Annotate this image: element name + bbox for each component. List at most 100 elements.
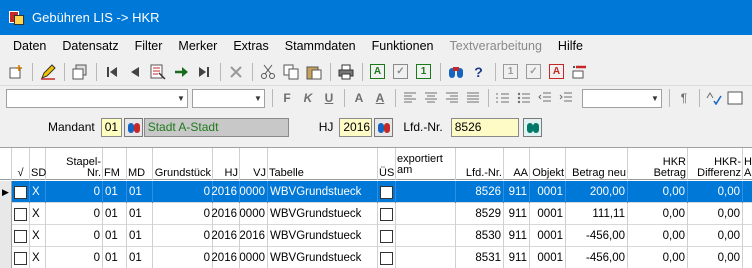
style-combo[interactable]: ▼	[582, 88, 662, 108]
boxed-a-red-icon[interactable]: A	[547, 62, 566, 81]
spellcheck-icon[interactable]	[705, 89, 723, 107]
cell-aa[interactable]: 911	[504, 203, 530, 225]
bullet-list-icon[interactable]	[515, 89, 533, 107]
export-icon[interactable]	[570, 62, 589, 81]
header-objekt[interactable]: Objekt	[530, 148, 566, 180]
boxed-one-disabled-icon[interactable]: 1	[501, 62, 520, 81]
header-us[interactable]: ÜS	[378, 148, 396, 180]
cell-sd[interactable]: X	[30, 181, 46, 203]
cell-exportiert-am[interactable]	[396, 247, 456, 268]
header-grundstueck[interactable]: Grundstück	[153, 148, 213, 180]
cell-exportiert-am[interactable]	[396, 225, 456, 247]
cell-vj[interactable]: 0000	[239, 247, 268, 268]
last-record-icon[interactable]	[194, 62, 213, 81]
menu-hilfe[interactable]: Hilfe	[550, 39, 591, 53]
new-record-icon[interactable]	[6, 62, 25, 81]
paragraph-button[interactable]: ¶	[675, 89, 693, 107]
header-extra[interactable]: H A	[743, 148, 752, 180]
cell-sd[interactable]: X	[30, 225, 46, 247]
cell-exportiert-am[interactable]	[396, 203, 456, 225]
cell-grundstueck[interactable]: 0	[153, 203, 213, 225]
next-record-icon[interactable]	[171, 62, 190, 81]
font-name-combo[interactable]: ▼	[6, 88, 188, 108]
menu-datensatz[interactable]: Datensatz	[54, 39, 126, 53]
cell-hkr-diff[interactable]: 0,00	[688, 225, 743, 247]
cell-hj[interactable]: 2016	[211, 225, 240, 247]
indent-icon[interactable]	[557, 89, 575, 107]
italic-button[interactable]: K	[299, 89, 317, 107]
header-hkr-differenz[interactable]: HKR- Differenz	[688, 148, 743, 180]
help-question-icon[interactable]: ?	[469, 62, 488, 81]
align-left-icon[interactable]	[401, 89, 419, 107]
header-hj[interactable]: HJ	[213, 148, 240, 180]
cell-betrag-neu[interactable]: -456,00	[566, 225, 628, 247]
first-record-icon[interactable]	[102, 62, 121, 81]
app-icon[interactable]	[9, 9, 25, 27]
row-checkbox[interactable]	[14, 207, 27, 221]
boxed-one-icon[interactable]: 1	[414, 62, 433, 81]
cell-lfdnr[interactable]: 8529	[456, 203, 504, 225]
row-selector[interactable]	[0, 247, 12, 268]
cell-objekt[interactable]: 0001	[530, 247, 566, 268]
cell-hj[interactable]: 2016	[211, 247, 240, 268]
cell-sd[interactable]: X	[30, 203, 46, 225]
cell-tabelle[interactable]: WBVGrundstueck	[268, 247, 378, 268]
header-fm[interactable]: FM	[103, 148, 127, 180]
cell-exportiert-am[interactable]	[396, 181, 456, 203]
cell-hkr-betrag[interactable]: 0,00	[628, 225, 688, 247]
cell-aa[interactable]: 911	[504, 247, 530, 268]
header-exportiert-am[interactable]: exportiert am	[396, 148, 456, 180]
cell-fm[interactable]: 01	[103, 225, 127, 247]
cell-vj[interactable]: 0000	[239, 203, 268, 225]
copy-record-icon[interactable]	[70, 62, 89, 81]
cut-icon[interactable]	[258, 62, 277, 81]
row-checkbox[interactable]	[14, 229, 27, 243]
header-tabelle[interactable]: Tabelle	[268, 148, 378, 180]
boxed-a-green-icon[interactable]: A	[368, 62, 387, 81]
filter-list-icon[interactable]	[148, 62, 167, 81]
highlight-color-button[interactable]: A	[371, 89, 389, 107]
font-color-button[interactable]: A	[350, 89, 368, 107]
cell-grundstueck[interactable]: 0	[153, 225, 213, 247]
cell-hkr-betrag[interactable]: 0,00	[628, 203, 688, 225]
header-vj[interactable]: VJ	[240, 148, 268, 180]
cell-tabelle[interactable]: WBVGrundstueck	[268, 181, 378, 203]
cell-hkr-diff[interactable]: 0,00	[688, 181, 743, 203]
cell-vj[interactable]: 2016	[239, 225, 268, 247]
cell-lfdnr[interactable]: 8531	[456, 247, 504, 268]
cell-stapel[interactable]: 0	[46, 247, 103, 268]
lfdnr-field[interactable]: 8526	[450, 117, 519, 137]
copy-icon[interactable]	[281, 62, 300, 81]
header-md[interactable]: MD	[127, 148, 153, 180]
outdent-icon[interactable]	[536, 89, 554, 107]
cell-hkr-betrag[interactable]: 0,00	[628, 247, 688, 268]
header-hkr-betrag[interactable]: HKR Betrag	[628, 148, 688, 180]
table-row[interactable]: X 0 01 01 0 2016 2016 WBVGrundstueck 8530 911 0001…	[0, 225, 752, 247]
cell-hj[interactable]: 2016	[211, 203, 240, 225]
header-lfd-nr[interactable]: Lfd.-Nr.	[456, 148, 504, 180]
header-stapel-nr[interactable]: Stapel- Nr.	[46, 148, 103, 180]
cell-tabelle[interactable]: WBVGrundstueck	[268, 225, 378, 247]
cell-objekt[interactable]: 0001	[530, 203, 566, 225]
table-row[interactable]: X 0 01 01 0 2016 0000 WBVGrundstueck 8529 911 0001…	[0, 203, 752, 225]
boxed-check-disabled-icon[interactable]: ✓	[524, 62, 543, 81]
cell-betrag-neu[interactable]: -456,00	[566, 247, 628, 268]
align-justify-icon[interactable]	[464, 89, 482, 107]
insert-field-icon[interactable]	[726, 89, 744, 107]
row-selector[interactable]	[0, 225, 12, 247]
cell-hj[interactable]: 2016	[211, 181, 240, 203]
cell-md[interactable]: 01	[127, 203, 153, 225]
us-checkbox[interactable]	[380, 185, 393, 199]
cell-lfdnr[interactable]: 8530	[456, 225, 504, 247]
lfdnr-search-binoculars-icon[interactable]	[522, 117, 542, 137]
menu-daten[interactable]: Daten	[5, 39, 54, 53]
row-checkbox[interactable]	[14, 251, 27, 265]
cell-md[interactable]: 01	[127, 225, 153, 247]
mandant-search-binoculars-icon[interactable]	[123, 117, 143, 137]
header-aa[interactable]: AA	[504, 148, 530, 180]
hj-search-binoculars-icon[interactable]	[374, 117, 394, 137]
menu-filter[interactable]: Filter	[127, 39, 171, 53]
us-checkbox[interactable]	[380, 207, 393, 221]
bold-button[interactable]: F	[278, 89, 296, 107]
cell-md[interactable]: 01	[127, 181, 153, 203]
